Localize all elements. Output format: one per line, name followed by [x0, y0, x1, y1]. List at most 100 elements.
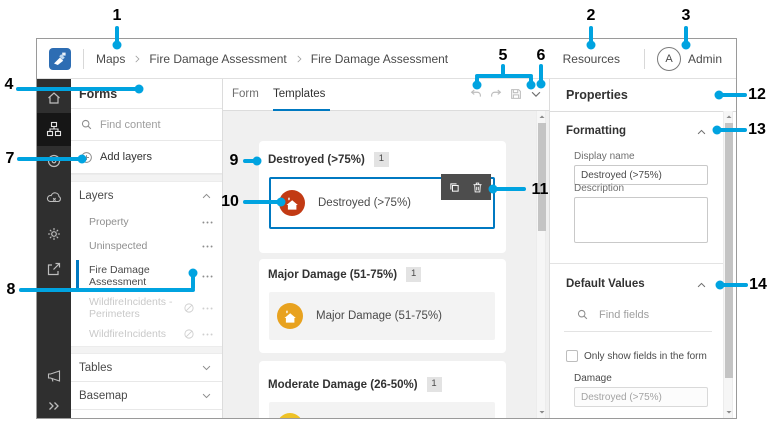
callout-5-dot	[473, 81, 482, 90]
layer-item-wildfire-incidents[interactable]: WildfireIncidents	[71, 322, 222, 346]
only-show-fields-checkbox[interactable]	[566, 350, 578, 362]
layer-name: Fire Damage Assessment	[89, 264, 201, 288]
chevron-right-icon	[294, 54, 304, 64]
template-count-badge: 1	[374, 152, 389, 167]
callout-14-dot	[716, 281, 725, 290]
annotated-screenshot: Maps Fire Damage Assessment Fire Damage …	[0, 0, 772, 423]
expand-rail-icon[interactable]	[46, 398, 62, 414]
callout-9: 9	[230, 152, 239, 170]
layer-options-icon[interactable]	[201, 240, 214, 253]
layer-options-icon[interactable]	[201, 270, 214, 283]
search-icon	[576, 308, 589, 321]
template-card-moderate-damage[interactable]: Moderate Damage (26-50%)	[269, 402, 495, 418]
icon-rail	[37, 79, 71, 418]
breadcrumb-map-name[interactable]: Fire Damage Assessment	[149, 52, 286, 66]
active-tab-underline	[273, 109, 330, 111]
share-icon[interactable]	[46, 261, 62, 277]
callout-10: 10	[221, 193, 239, 211]
only-show-fields-label: Only show fields in the form	[584, 351, 707, 362]
scroll-up-icon[interactable]	[725, 113, 733, 121]
callout-6-dot	[537, 80, 546, 89]
layer-options-icon[interactable]	[201, 216, 214, 229]
home-icon[interactable]	[46, 90, 62, 106]
group-title: Destroyed (>75%)	[268, 154, 365, 166]
callout-11-dot	[489, 185, 498, 194]
scroll-up-icon[interactable]	[538, 113, 546, 121]
section-gap	[71, 346, 222, 354]
account-menu[interactable]: Admin	[688, 52, 722, 66]
find-fields-search[interactable]: Find fields	[576, 308, 649, 321]
app-logo-icon	[49, 48, 71, 70]
chevron-right-icon	[132, 54, 142, 64]
chevron-down-icon	[201, 390, 212, 401]
settings-gear-icon[interactable]	[46, 226, 62, 242]
callout-13-dot	[713, 126, 722, 135]
add-layers-label: Add layers	[100, 151, 152, 163]
layer-item-wildfire-perimeters[interactable]: WildfireIncidents - Perimeters	[71, 294, 222, 322]
callout-13: 13	[748, 121, 766, 139]
callout-7-line	[17, 157, 81, 161]
template-card-major-damage[interactable]: Major Damage (51-75%)	[269, 292, 495, 340]
tables-header-label: Tables	[71, 362, 201, 374]
display-name-input[interactable]	[574, 165, 708, 185]
section-gap	[71, 174, 222, 182]
properties-scrollbar[interactable]	[723, 111, 733, 418]
chevron-up-icon[interactable]	[696, 280, 707, 291]
basemap-section-header[interactable]: Basemap	[71, 382, 222, 410]
layer-options-icon[interactable]	[201, 328, 214, 341]
forms-panel: Forms Find content Add layers Lay	[71, 79, 223, 418]
duplicate-icon[interactable]	[448, 181, 461, 194]
template-label: Destroyed (>75%)	[318, 197, 411, 209]
template-group-destroyed: Destroyed (>75%) 1 Destroyed (>75%)	[259, 141, 506, 253]
template-group-major-damage: Major Damage (51-75%) 1 Major Damage (51…	[259, 259, 506, 353]
scroll-down-icon[interactable]	[538, 408, 546, 416]
templates-scrollbar[interactable]	[536, 111, 546, 418]
layer-item-property[interactable]: Property	[71, 210, 222, 234]
damage-field-label: Damage	[574, 373, 612, 384]
cloud-offline-icon[interactable]	[46, 190, 62, 206]
chevron-up-icon[interactable]	[696, 127, 707, 138]
damage-field-value[interactable]	[574, 387, 708, 407]
avatar[interactable]: A	[657, 47, 681, 71]
description-textarea[interactable]	[574, 197, 708, 243]
add-layers-button[interactable]: Add layers	[71, 141, 222, 174]
properties-title: Properties	[566, 88, 628, 102]
topbar-divider	[644, 49, 645, 69]
app-window: Maps Fire Damage Assessment Fire Damage …	[36, 38, 737, 419]
not-supported-icon	[183, 328, 195, 340]
tables-section-header[interactable]: Tables	[71, 354, 222, 382]
search-icon	[80, 118, 93, 131]
redo-icon[interactable]	[489, 87, 503, 101]
top-bar: Maps Fire Damage Assessment Fire Damage …	[37, 39, 736, 79]
tab-templates[interactable]: Templates	[273, 79, 325, 110]
resources-link[interactable]: Resources	[563, 52, 620, 66]
scrollbar-thumb[interactable]	[538, 123, 546, 231]
find-content-search[interactable]: Find content	[71, 109, 222, 141]
forms-builder-icon[interactable]	[46, 121, 62, 137]
callout-1-dot	[113, 41, 122, 50]
callout-10-dot	[277, 198, 286, 207]
callout-11: 11	[532, 181, 549, 199]
template-hover-toolbar	[441, 174, 491, 200]
search-placeholder: Find content	[100, 119, 161, 131]
breadcrumb-maps[interactable]: Maps	[96, 52, 125, 66]
layers-section-header[interactable]: Layers	[71, 182, 222, 210]
scrollbar-thumb[interactable]	[725, 123, 733, 378]
layer-item-uninspected[interactable]: Uninspected	[71, 234, 222, 258]
divider	[564, 331, 712, 332]
delete-trash-icon[interactable]	[471, 181, 484, 194]
callout-5-line	[475, 74, 533, 78]
feedback-megaphone-icon[interactable]	[46, 368, 62, 384]
template-group-moderate-damage: Moderate Damage (26-50%) 1 Moderate Dama…	[259, 361, 506, 418]
tab-form[interactable]: Form	[232, 79, 259, 110]
offline-target-icon[interactable]	[46, 153, 62, 169]
callout-2: 2	[587, 7, 596, 25]
templates-list: Destroyed (>75%) 1 Destroyed (>75%)	[223, 111, 549, 418]
search-placeholder: Find fields	[599, 309, 649, 321]
default-values-section-header: Default Values	[566, 278, 645, 290]
formatting-section-header: Formatting	[566, 125, 626, 137]
save-icon[interactable]	[509, 87, 523, 101]
scroll-down-icon[interactable]	[725, 408, 733, 416]
layer-options-icon[interactable]	[201, 302, 214, 315]
layer-name: Property	[89, 216, 201, 228]
